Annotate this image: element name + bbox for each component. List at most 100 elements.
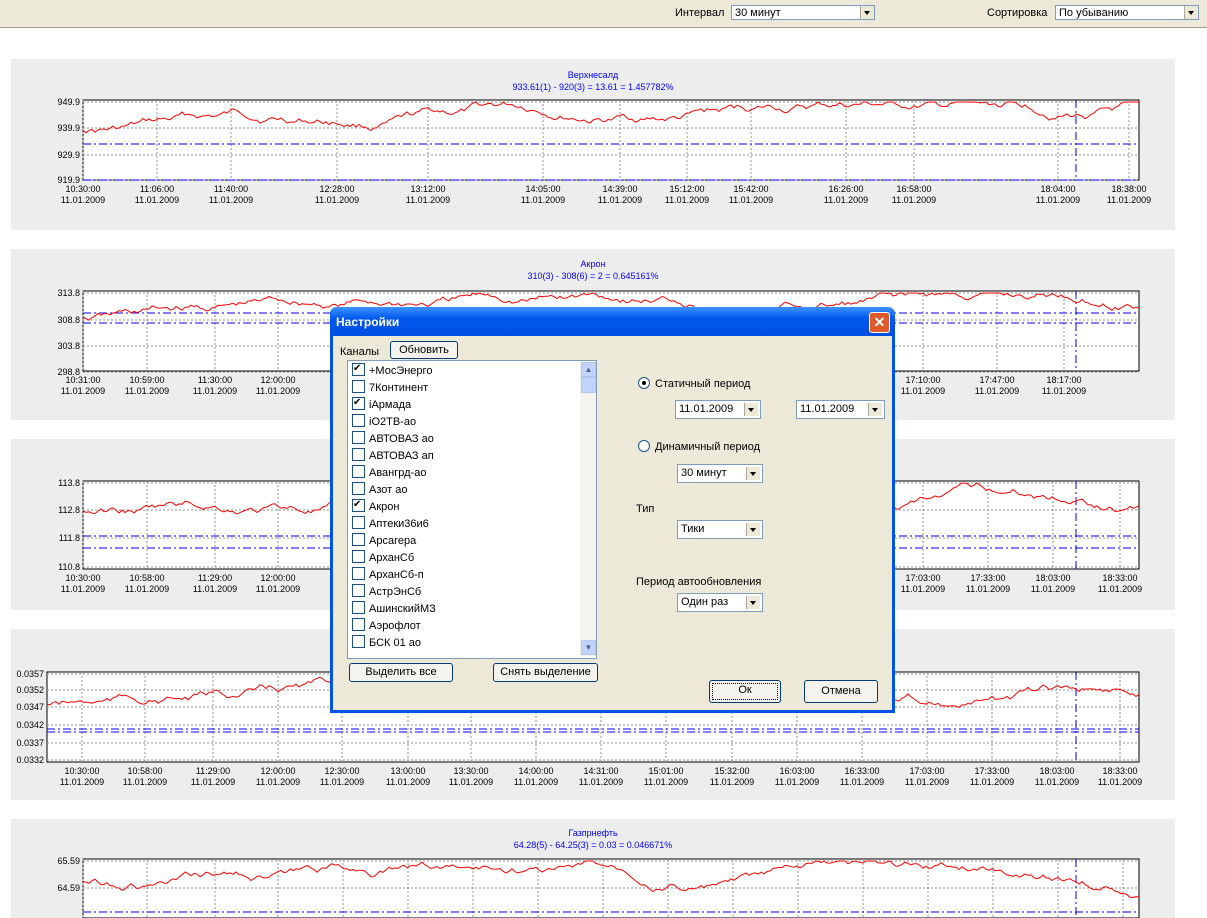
plot-area [82,99,1140,181]
chart-svg: 949.9939.9929.9919.910:30:0011.01.200911… [57,97,1151,205]
channel-list-item[interactable]: Аэрофлот [352,618,421,635]
channel-list-item[interactable]: БСК 01 ао [352,635,421,652]
x-tick-time: 12:30:00 [324,766,359,776]
channel-checkbox[interactable] [352,465,365,478]
x-tick-time: 16:03:00 [779,766,814,776]
scroll-down-icon[interactable]: ▼ [581,640,596,655]
channel-list-item[interactable]: iАрмада [352,396,411,414]
channel-checkbox[interactable] [352,516,365,529]
scroll-thumb[interactable] [581,377,596,393]
channel-list-item[interactable]: 7Континент [352,380,428,397]
select-all-button[interactable]: Выделить все [349,663,453,682]
scroll-up-icon[interactable]: ▲ [581,362,596,377]
y-tick-label: 303.8 [57,341,80,351]
dynamic-period-select[interactable]: 30 минут [677,464,763,483]
channel-list-item[interactable]: АВТОВАЗ ап [352,448,434,465]
channel-list-item[interactable]: Азот ао [352,482,407,499]
channel-checkbox[interactable] [352,601,365,614]
channel-list-item[interactable]: АрханСб [352,550,414,567]
ok-button[interactable]: Ок [709,680,781,703]
channel-checkbox[interactable] [352,618,365,631]
dialog-titlebar[interactable]: Настройки ✕ [330,307,895,336]
x-tick-time: 18:04:00 [1040,184,1075,194]
sort-label: Сортировка [987,7,1048,19]
x-tick-date: 11.01.2009 [975,386,1019,396]
type-select[interactable]: Тики [677,520,763,539]
x-tick-date: 11.01.2009 [905,777,949,787]
autoupdate-label: Период автообновления [636,576,762,588]
type-value: Тики [681,523,705,535]
x-tick-time: 13:00:00 [390,766,425,776]
channel-list-item[interactable]: Аптеки36и6 [352,516,429,533]
y-tick-label: 949.9 [57,97,80,107]
x-tick-date: 11.01.2009 [579,777,623,787]
channel-checkbox[interactable] [352,431,365,444]
date-to-select[interactable]: 11.01.2009 [796,400,885,419]
y-tick-label: 313.8 [57,288,80,298]
y-tick-label: 0.0347 [16,702,44,712]
x-tick-time: 10:30:00 [65,573,100,583]
channel-list-item[interactable]: Акрон [352,498,399,516]
x-tick-time: 12:00:00 [260,375,295,385]
interval-select[interactable]: 30 минут [731,5,875,20]
date-to-value: 11.01.2009 [800,403,855,415]
x-tick-time: 13:12:00 [410,184,445,194]
chevron-down-icon[interactable] [744,403,758,416]
x-tick-time: 16:58:00 [896,184,931,194]
channel-checkbox[interactable] [352,362,365,376]
deselect-all-button[interactable]: Снять выделение [493,663,598,682]
channel-list-item[interactable]: АшинскийМЗ [352,601,436,618]
sort-select[interactable]: По убыванию [1055,5,1199,20]
y-tick-label: 929.9 [57,150,80,160]
channel-checkbox[interactable] [352,396,365,410]
cancel-button[interactable]: Отмена [804,680,878,703]
x-tick-time: 10:31:00 [65,375,100,385]
type-label: Тип [636,503,655,515]
channel-checkbox[interactable] [352,380,365,393]
channel-checkbox[interactable] [352,498,365,512]
chevron-down-icon[interactable] [860,6,874,19]
channels-scrollbar[interactable]: ▲ ▼ [580,361,596,656]
static-period-option[interactable]: Статичный период [638,377,750,390]
dynamic-period-option[interactable]: Динамичный период [638,440,760,453]
channel-checkbox[interactable] [352,550,365,563]
x-tick-time: 15:32:00 [714,766,749,776]
x-tick-date: 11.01.2009 [665,195,709,205]
channel-checkbox[interactable] [352,482,365,495]
x-tick-date: 11.01.2009 [966,584,1010,594]
channel-list-item[interactable]: iO2TB-ao [352,414,416,431]
channel-checkbox[interactable] [352,414,365,427]
x-tick-time: 17:33:00 [974,766,1009,776]
channel-list-item[interactable]: АрханСб-п [352,567,424,584]
chevron-down-icon[interactable] [746,596,760,609]
channel-list-item[interactable]: +МосЭнерго [352,362,432,380]
channel-list-item[interactable]: АстрЭнСб [352,584,421,601]
channel-list-item[interactable]: Авангрд-ао [352,465,426,482]
dynamic-period-radio[interactable] [638,440,650,452]
x-tick-time: 10:30:00 [64,766,99,776]
x-tick-date: 11.01.2009 [123,777,167,787]
static-period-radio[interactable] [638,377,650,389]
chevron-down-icon[interactable] [1184,6,1198,19]
channel-checkbox[interactable] [352,448,365,461]
chevron-down-icon[interactable] [868,403,882,416]
channel-checkbox[interactable] [352,635,365,648]
channel-checkbox[interactable] [352,567,365,580]
channel-checkbox[interactable] [352,533,365,546]
channel-checkbox[interactable] [352,584,365,597]
chevron-down-icon[interactable] [746,467,760,480]
x-tick-time: 11:06:00 [140,184,174,194]
x-tick-date: 11.01.2009 [61,584,105,594]
close-button[interactable]: ✕ [869,312,890,333]
autoupdate-select[interactable]: Один раз [677,593,763,612]
x-tick-date: 11.01.2009 [193,386,237,396]
x-tick-time: 18:17:00 [1046,375,1081,385]
x-tick-date: 11.01.2009 [1036,195,1080,205]
date-from-select[interactable]: 11.01.2009 [675,400,761,419]
channel-list-item[interactable]: АВТОВАЗ ао [352,431,434,448]
x-tick-time: 18:33:00 [1102,573,1137,583]
chevron-down-icon[interactable] [746,523,760,536]
channels-list[interactable]: ▲ ▼ +МосЭнерго 7Континент iАрмада iO2TB-ao А… [347,360,597,659]
channel-list-item[interactable]: Арсагера [352,533,416,550]
refresh-button[interactable]: Обновить [390,341,458,359]
